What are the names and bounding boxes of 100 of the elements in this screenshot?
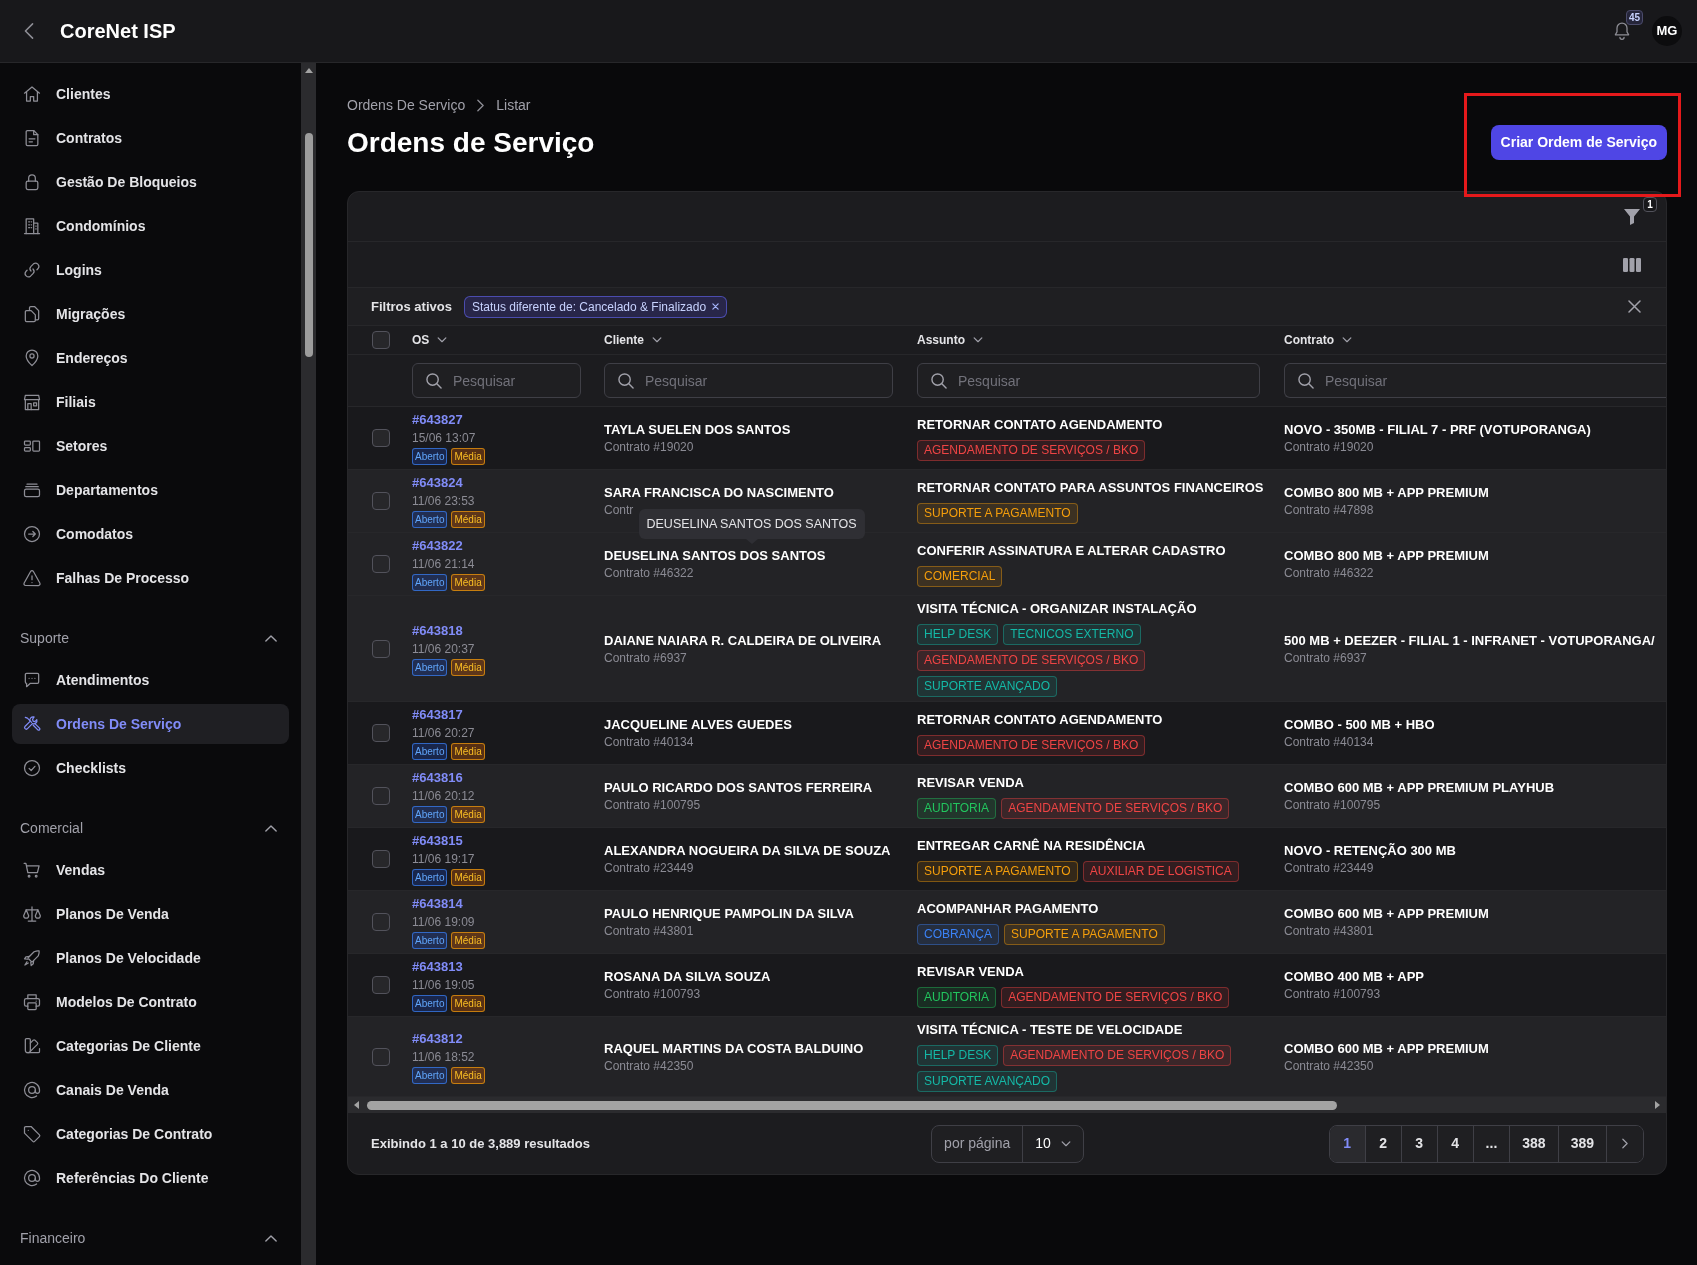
sidebar-item[interactable]: Checklists — [12, 748, 289, 788]
order-link[interactable]: #643815 — [412, 832, 463, 850]
chevron-up-icon[interactable] — [265, 634, 277, 642]
chevron-up-icon[interactable] — [265, 824, 277, 832]
sidebar-item[interactable]: Atendimentos — [12, 660, 289, 700]
select-all-checkbox[interactable] — [372, 331, 390, 349]
subject-text: VISITA TÉCNICA - TESTE DE VELOCIDADE — [917, 1021, 1183, 1039]
row-checkbox[interactable] — [372, 492, 390, 510]
sidebar-item[interactable]: Contratos — [12, 118, 289, 158]
subject-text: CONFERIR ASSINATURA E ALTERAR CADASTRO — [917, 541, 1226, 560]
order-link[interactable]: #643818 — [412, 621, 463, 640]
priority-badge: Média — [451, 658, 485, 676]
priority-badge: Média — [451, 574, 485, 591]
search-field[interactable]: Pesquisar — [604, 363, 893, 398]
row-checkbox[interactable] — [372, 787, 390, 805]
sidebar-item[interactable]: Canais De Venda — [12, 1070, 289, 1110]
sidebar-item[interactable]: Falhas De Processo — [12, 558, 289, 598]
sidebar-item[interactable]: Categorias De Contrato — [12, 1114, 289, 1154]
page-button[interactable]: 1 — [1329, 1125, 1366, 1162]
storefront-icon — [22, 392, 42, 412]
column-header[interactable]: OS — [412, 331, 448, 349]
close-icon[interactable] — [712, 303, 720, 310]
search-icon — [618, 373, 634, 389]
columns-button[interactable] — [1623, 257, 1641, 272]
sidebar-item[interactable]: Filiais — [12, 382, 289, 422]
avatar[interactable]: MG — [1652, 16, 1682, 46]
tag: COBRANÇA — [917, 923, 999, 945]
sidebar-item[interactable]: Categorias De Cliente — [12, 1026, 289, 1066]
create-order-button[interactable]: Criar Ordem de Serviço — [1490, 125, 1667, 160]
row-checkbox[interactable] — [372, 850, 390, 868]
breadcrumb-link[interactable]: Ordens De Serviço — [347, 94, 466, 116]
column-header[interactable]: Assunto — [917, 331, 983, 349]
contract-number: Contrato #100793 — [1284, 986, 1381, 1002]
chevron-up-icon[interactable] — [265, 1234, 277, 1242]
subject-text: REVISAR VENDA — [917, 773, 1024, 792]
scrollbar-thumb[interactable] — [304, 133, 313, 357]
order-date: 11/06 20:27 — [412, 725, 475, 742]
sidebar-item[interactable]: Condomínios — [12, 206, 289, 246]
contract-number: Contr — [604, 502, 634, 518]
filters-label: Filtros ativos — [371, 297, 452, 316]
column-header[interactable]: Contrato — [1284, 331, 1352, 349]
contract-number: Contrato #100795 — [604, 797, 701, 813]
sidebar-item[interactable]: Comodatos — [12, 514, 289, 554]
link-icon — [22, 260, 42, 280]
sidebar-item[interactable]: Migrações — [12, 294, 289, 334]
app-title: CoreNet ISP — [60, 19, 176, 44]
printer-icon — [22, 992, 42, 1012]
contract-number: Contrato #42350 — [1284, 1057, 1374, 1074]
row-checkbox[interactable] — [372, 429, 390, 447]
columns-icon — [1623, 257, 1641, 272]
order-link[interactable]: #643817 — [412, 706, 463, 724]
swatch-icon — [22, 1036, 42, 1056]
breadcrumb-current: Listar — [496, 95, 531, 115]
order-link[interactable]: #643827 — [412, 411, 463, 429]
scroll-right-arrow-icon[interactable] — [1655, 1101, 1660, 1109]
sidebar-item[interactable]: Setores — [12, 426, 289, 466]
row-checkbox[interactable] — [372, 724, 390, 742]
client-name: ALEXANDRA NOGUEIRA DA SILVA DE SOUZA — [604, 842, 891, 860]
chevron-right-icon — [1622, 1138, 1628, 1149]
filter-chip[interactable]: Status diferente de: Cancelado & Finalizado — [463, 295, 728, 318]
sidebar-item[interactable]: Planos De Venda — [12, 894, 289, 934]
column-header[interactable]: Cliente — [604, 331, 662, 349]
row-checkbox[interactable] — [372, 1047, 390, 1066]
per-page-select[interactable]: 10 — [1023, 1125, 1083, 1162]
sidebar-item[interactable]: Endereços — [12, 338, 289, 378]
sidebar-item[interactable]: Clientes — [12, 74, 289, 114]
subject-text: RETORNAR CONTATO PARA ASSUNTOS FINANCEIROS — [917, 478, 1264, 497]
order-link[interactable]: #643814 — [412, 895, 463, 913]
order-link[interactable]: #643813 — [412, 958, 463, 976]
row-checkbox[interactable] — [372, 913, 390, 931]
row-checkbox[interactable] — [372, 639, 390, 658]
contract-number: Contrato #6937 — [604, 649, 687, 666]
order-link[interactable]: #643822 — [412, 537, 463, 555]
status-badge: Aberto — [412, 658, 448, 676]
scrollbar-thumb[interactable] — [367, 1100, 1337, 1110]
search-field[interactable]: Pesquisar — [412, 363, 581, 398]
status-badge: Aberto — [412, 806, 448, 823]
search-field[interactable]: Pesquisar — [917, 363, 1260, 398]
order-link[interactable]: #643824 — [412, 474, 463, 492]
row-checkbox[interactable] — [372, 976, 390, 994]
scroll-left-arrow-icon[interactable] — [354, 1101, 359, 1109]
row-checkbox[interactable] — [372, 555, 390, 573]
tag: AGENDAMENTO DE SERVIÇOS / BKO — [1001, 986, 1230, 1008]
sidebar-item[interactable]: Ordens De Serviço — [12, 704, 289, 744]
order-link[interactable]: #643816 — [412, 769, 463, 787]
sidebar-item[interactable]: Departamentos — [12, 470, 289, 510]
sidebar-item[interactable]: Vendas — [12, 850, 289, 890]
plan-name: NOVO - RETENÇÃO 300 MB — [1284, 842, 1456, 860]
search-field[interactable]: Pesquisar — [1284, 363, 1666, 398]
clear-filters-button[interactable] — [1628, 300, 1641, 313]
sidebar-item[interactable]: Logins — [12, 250, 289, 290]
arrow-circle-icon — [22, 524, 42, 544]
order-link[interactable]: #643812 — [412, 1029, 463, 1048]
scroll-up-arrow-icon[interactable] — [304, 68, 313, 73]
sidebar-item[interactable]: Planos De Velocidade — [12, 938, 289, 978]
contract-number: Contrato #43801 — [604, 923, 694, 939]
sidebar-item[interactable]: Gestão De Bloqueios — [12, 162, 289, 202]
sidebar-item[interactable]: Modelos De Contrato — [12, 982, 289, 1022]
client-name: DEUSELINA SANTOS DOS SANTOS — [604, 547, 826, 565]
sidebar-item[interactable]: Referências Do Cliente — [12, 1158, 289, 1198]
